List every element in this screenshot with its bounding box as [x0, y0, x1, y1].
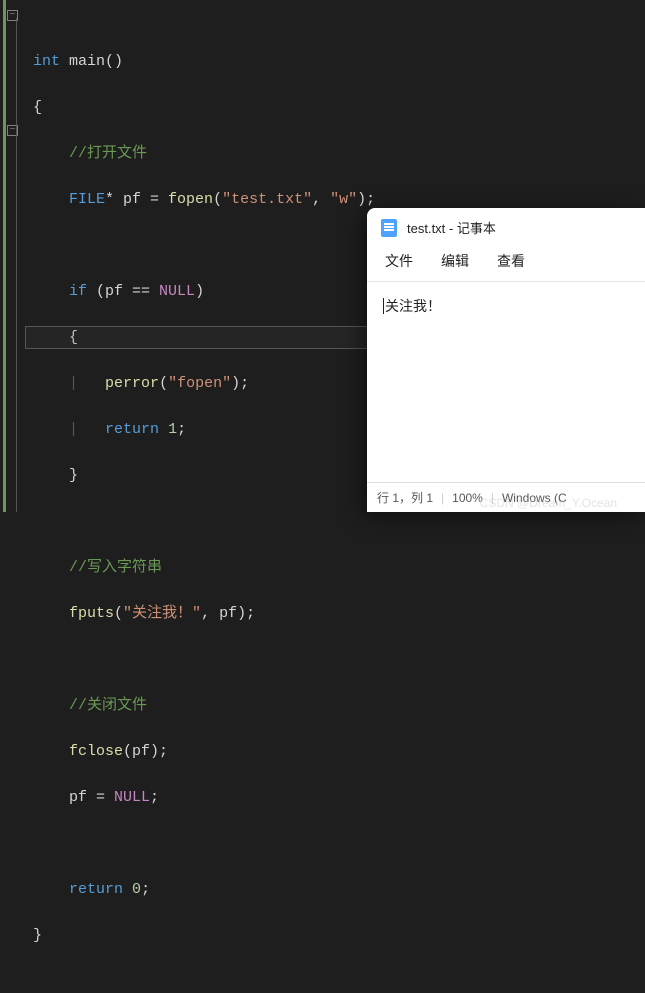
code-text: (pf);	[123, 743, 168, 760]
titlebar[interactable]: test.txt - 记事本	[367, 208, 645, 245]
notepad-window[interactable]: test.txt - 记事本 文件 编辑 查看 关注我！ 行 1，列 1 | 1…	[367, 208, 645, 512]
code-text: );	[357, 191, 375, 208]
code-text: ;	[141, 881, 150, 898]
comment: //写入字符串	[69, 559, 162, 576]
change-marker	[3, 0, 6, 512]
type: FILE	[69, 191, 105, 208]
notepad-icon	[381, 219, 397, 237]
macro: NULL	[159, 283, 195, 300]
code-text: * pf =	[105, 191, 168, 208]
string: "test.txt"	[222, 191, 312, 208]
number: 0	[132, 881, 141, 898]
code-text: , pf);	[201, 605, 255, 622]
comment: //打开文件	[69, 145, 147, 162]
code-text: ,	[312, 191, 330, 208]
macro: NULL	[114, 789, 150, 806]
status-position: 行 1，列 1	[377, 489, 433, 506]
menu-file[interactable]: 文件	[385, 251, 413, 271]
string: "w"	[330, 191, 357, 208]
keyword: int	[33, 53, 60, 70]
text-area[interactable]: 关注我！	[367, 281, 645, 482]
keyword: if	[69, 283, 87, 300]
function: fopen	[168, 191, 213, 208]
window-title: test.txt - 记事本	[407, 218, 496, 237]
code-text: main()	[60, 53, 123, 70]
watermark: CSDN @Dream_Y.Ocean	[480, 496, 617, 510]
fold-line	[16, 18, 17, 512]
code-text	[159, 421, 168, 438]
number: 1	[168, 421, 177, 438]
code-text	[123, 881, 132, 898]
document-content: 关注我！	[385, 298, 441, 314]
brace: {	[33, 99, 42, 116]
separator: |	[441, 491, 444, 505]
comment: //关闭文件	[69, 697, 147, 714]
function: perror	[105, 375, 159, 392]
menu-edit[interactable]: 编辑	[441, 251, 469, 271]
text-cursor	[383, 298, 384, 314]
menu-view[interactable]: 查看	[497, 251, 525, 271]
code-text: ;	[150, 789, 159, 806]
gutter: − −	[0, 0, 25, 512]
string: "关注我！"	[123, 605, 201, 622]
function: fputs	[69, 605, 114, 622]
code-text: (	[114, 605, 123, 622]
string: "fopen"	[168, 375, 231, 392]
code-text: (	[159, 375, 168, 392]
code-text: (	[213, 191, 222, 208]
code-text: pf =	[69, 789, 114, 806]
keyword: return	[105, 421, 159, 438]
code-text: ;	[177, 421, 186, 438]
status-zoom: 100%	[452, 491, 483, 505]
code-text: );	[231, 375, 249, 392]
brace: }	[69, 467, 78, 484]
code-text: (pf ==	[87, 283, 159, 300]
function: fclose	[69, 743, 123, 760]
code-text: )	[195, 283, 204, 300]
brace: }	[33, 927, 42, 944]
menubar: 文件 编辑 查看	[367, 245, 645, 281]
keyword: return	[69, 881, 123, 898]
brace: {	[69, 329, 78, 346]
